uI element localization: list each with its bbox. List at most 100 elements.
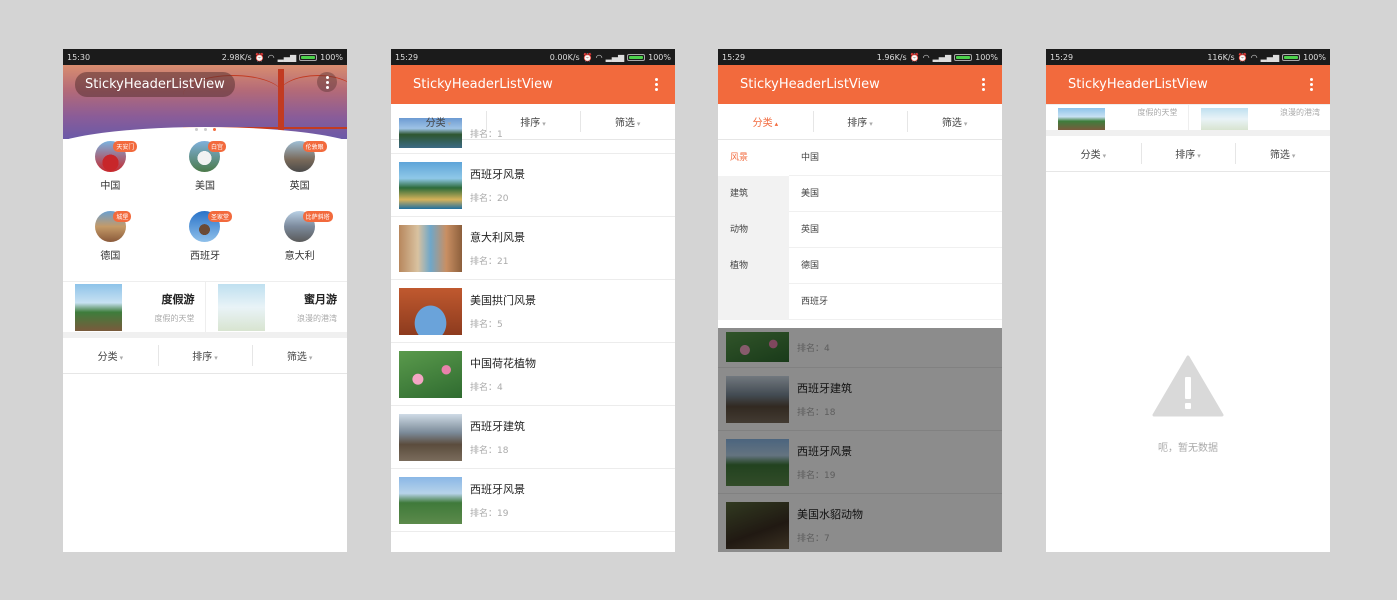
app-title: StickyHeaderListView	[1068, 77, 1208, 92]
tab-label: 筛选	[1269, 150, 1290, 161]
promo-image	[217, 283, 265, 331]
item-thumbnail	[399, 350, 462, 398]
promo-image	[1058, 108, 1105, 130]
list-item[interactable]: 美国拱门风景 排名：5	[391, 280, 675, 343]
category-option[interactable]: 美国	[789, 176, 1002, 212]
tab-filter[interactable]: 筛选 ▾	[907, 111, 1002, 132]
promo-card-vacation[interactable]: 度假游 度假的天堂	[63, 282, 205, 332]
tab-filter[interactable]: 筛选 ▾	[252, 345, 347, 366]
tab-sort[interactable]: 排序 ▾	[485, 111, 581, 132]
alarm-icon: ⏰	[1237, 52, 1248, 62]
filter-bar: 分类 ▾ 排序 ▾ 筛选 ▾	[63, 338, 347, 374]
battery-icon	[954, 53, 973, 61]
category-italy[interactable]: 比萨斜塔 意大利	[252, 211, 347, 281]
item-title: 西班牙建筑	[470, 420, 525, 433]
tab-label: 分类	[425, 118, 446, 129]
category-usa[interactable]: 白宫 美国	[158, 141, 253, 211]
list-item[interactable]: 意大利风景 排名：21	[391, 217, 675, 280]
category-type-item[interactable]: 植物	[718, 248, 789, 284]
chevron-down-icon: ▾	[869, 120, 873, 128]
battery-percent: 100%	[975, 52, 998, 62]
chevron-down-icon: ▾	[963, 120, 968, 128]
overflow-menu-icon[interactable]	[1306, 78, 1316, 91]
tab-label: 排序	[192, 352, 213, 363]
network-speed: 1.96K/s	[876, 52, 907, 62]
category-uk[interactable]: 伦敦眼 英国	[252, 141, 347, 211]
screen-category-dropdown: 15:29 1.96K/s ⏰ ◠ ▂▄▆ 100% StickyHeaderL…	[718, 49, 1002, 552]
item-thumbnail	[399, 476, 462, 524]
alarm-icon: ⏰	[582, 52, 593, 62]
promo-card-vacation[interactable]: 度假的天堂	[1046, 105, 1188, 130]
indicator-dot-active	[212, 128, 216, 131]
item-rank: 排名：20	[470, 194, 509, 204]
tab-label: 排序	[1175, 150, 1196, 161]
bridge-tower	[278, 69, 284, 131]
status-bar: 15:30 2.98K/s ⏰ ◠ ▂▄▆ 100%	[63, 49, 347, 65]
category-type-item[interactable]: 动物	[718, 212, 789, 248]
category-type-list: 风景 建筑 动物 植物	[718, 140, 789, 320]
tab-sort[interactable]: 排序 ▾	[1140, 143, 1236, 164]
screen-list: 15:29 0.00K/s ⏰ ◠ ▂▄▆ 100% StickyHeaderL…	[391, 49, 675, 552]
signal-icon: ▂▄▆	[932, 52, 952, 62]
screen-empty: 15:29 116K/s ⏰ ◠ ▂▄▆ 100% StickyHeaderLi…	[1046, 49, 1330, 552]
overflow-menu-icon[interactable]	[317, 72, 337, 92]
category-type-item[interactable]: 建筑	[718, 176, 789, 212]
category-option[interactable]: 西班牙	[789, 284, 1002, 320]
item-title: 中国荷花植物	[470, 357, 536, 370]
category-spain[interactable]: 圣家堂 西班牙	[158, 211, 253, 281]
promo-subtitle: 浪漫的港湾	[1280, 108, 1320, 117]
promo-subtitle: 浪漫的港湾	[297, 313, 337, 323]
tab-label: 筛选	[286, 352, 307, 363]
dim-overlay[interactable]	[718, 328, 1002, 552]
result-list: 排名：1 西班牙风景 排名：20 意大利风景 排名：21 美国拱门风景 排名：5 中国…	[391, 114, 675, 532]
item-title: 西班牙风景	[470, 168, 525, 181]
overflow-menu-icon[interactable]	[978, 78, 988, 91]
category-type-item[interactable]: 风景	[718, 140, 789, 176]
battery-percent: 100%	[320, 52, 343, 62]
battery-icon	[1282, 53, 1301, 61]
tab-filter[interactable]: 筛选 ▾	[1235, 143, 1330, 164]
tab-label: 筛选	[941, 118, 962, 129]
list-item[interactable]: 西班牙风景排名：20	[391, 154, 675, 217]
empty-state: 呃，暂无数据	[1046, 355, 1330, 454]
tab-category[interactable]: 分类 ▾	[1046, 146, 1141, 161]
category-germany[interactable]: 城堡 德国	[63, 211, 158, 281]
wifi-icon: ◠	[267, 52, 275, 62]
category-option[interactable]: 英国	[789, 212, 1002, 248]
item-thumbnail	[399, 224, 462, 272]
battery-percent: 100%	[648, 52, 671, 62]
app-title: StickyHeaderListView	[413, 77, 553, 92]
category-type-item-empty	[718, 284, 789, 320]
category-option[interactable]: 中国	[789, 140, 1002, 176]
wifi-icon: ◠	[595, 52, 603, 62]
list-item[interactable]: 西班牙风景 排名：19	[391, 469, 675, 532]
category-label: 德国	[100, 251, 121, 262]
status-time: 15:29	[1050, 52, 1074, 62]
tab-filter[interactable]: 筛选 ▾	[580, 111, 675, 132]
battery-icon	[299, 53, 318, 61]
category-china[interactable]: 天安门 中国	[63, 141, 158, 211]
promo-subtitle: 度假的天堂	[1137, 108, 1178, 117]
promo-card-honeymoon[interactable]: 浪漫的港湾	[1187, 105, 1331, 130]
status-time: 15:30	[67, 52, 91, 62]
promo-card-honeymoon[interactable]: 蜜月游 浪漫的港湾	[204, 282, 348, 332]
overflow-menu-icon[interactable]	[651, 78, 661, 91]
signal-icon: ▂▄▆	[605, 52, 625, 62]
promo-image	[1200, 108, 1248, 130]
chevron-down-icon: ▾	[308, 354, 313, 362]
list-item[interactable]: 中国荷花植物 排名：4	[391, 343, 675, 406]
indicator-dot	[203, 128, 207, 131]
tab-sort[interactable]: 排序 ▾	[812, 111, 908, 132]
category-badge: 伦敦眼	[302, 141, 327, 152]
status-bar: 15:29 116K/s ⏰ ◠ ▂▄▆ 100%	[1046, 49, 1330, 65]
category-label: 英国	[289, 181, 310, 192]
list-item[interactable]: 西班牙建筑 排名：18	[391, 406, 675, 469]
tab-category[interactable]: 分类 ▾	[63, 348, 158, 363]
status-time: 15:29	[395, 52, 419, 62]
tab-category[interactable]: 分类 ▴	[718, 114, 813, 129]
category-option[interactable]: 德国	[789, 248, 1002, 284]
tab-category[interactable]: 分类 ▾	[391, 114, 486, 129]
tab-sort[interactable]: 排序 ▾	[157, 345, 253, 366]
item-thumbnail	[399, 413, 462, 461]
tab-label: 排序	[847, 118, 868, 129]
